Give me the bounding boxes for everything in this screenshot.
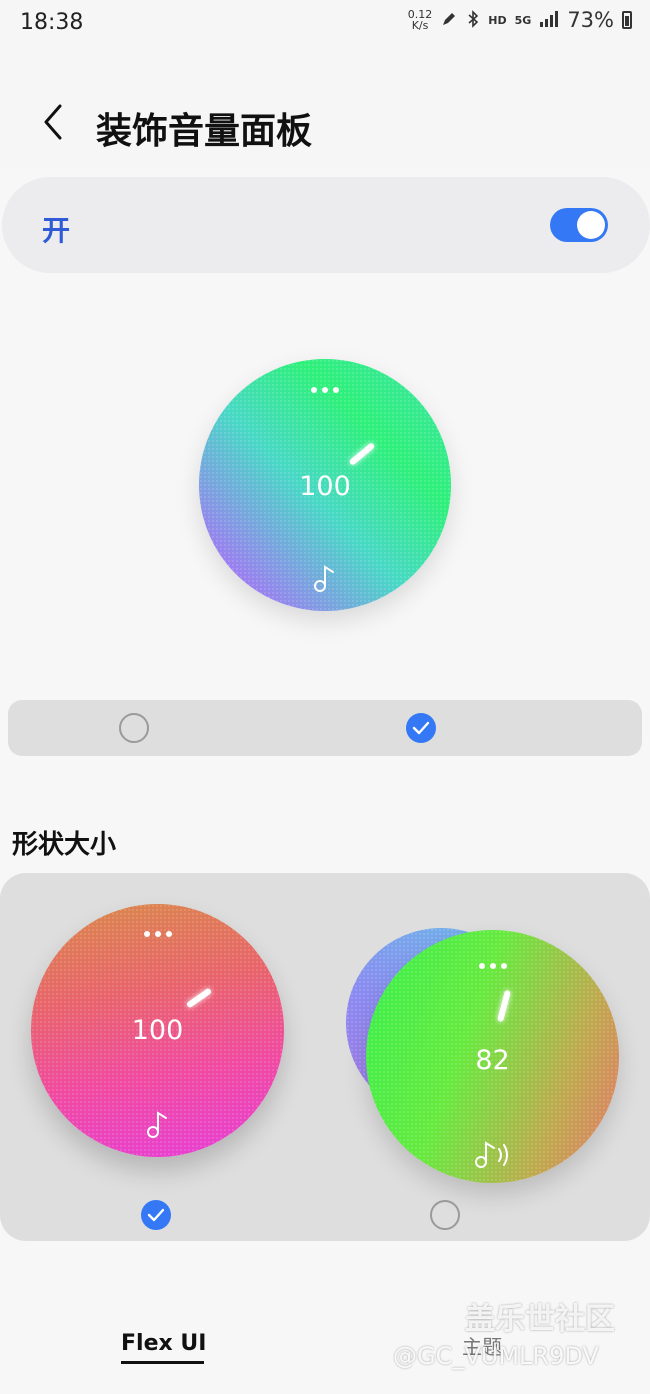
size-section-title: 形状大小 — [12, 830, 117, 860]
pen-icon — [440, 10, 458, 31]
watermark-community: 盖乐世社区 — [465, 1302, 615, 1337]
back-arrow-icon[interactable] — [38, 102, 68, 142]
header: 装饰音量面板 — [0, 50, 650, 175]
more-dots-icon — [478, 963, 507, 969]
style-selector — [8, 700, 642, 756]
battery-percent: 73% — [567, 8, 614, 32]
volume-panel-preview: 100 — [199, 359, 451, 611]
network-label: 5G — [514, 13, 532, 27]
status-bar: 18:38 0.12 K/s HD 5G 73% — [0, 0, 650, 50]
master-toggle[interactable] — [550, 208, 608, 242]
level-indicator — [348, 442, 376, 466]
toggle-knob — [577, 211, 605, 239]
bluetooth-icon — [466, 9, 480, 31]
hd-label: HD — [488, 13, 507, 27]
level-indicator — [185, 987, 213, 1009]
size-option-large-radio[interactable] — [141, 1200, 171, 1230]
status-icons: 0.12 K/s HD 5G 73% — [408, 8, 632, 32]
tab-active-indicator — [121, 1361, 204, 1364]
music-note-volume-icon — [473, 1138, 513, 1174]
size-option-large[interactable]: 100 — [31, 904, 284, 1157]
size-option-small[interactable]: 82 — [366, 930, 619, 1183]
status-time: 18:38 — [20, 10, 84, 35]
watermark-handle: @GC_VUMLR9DV — [393, 1342, 599, 1370]
battery-icon — [622, 11, 632, 29]
master-switch-row[interactable]: 开 — [2, 177, 650, 273]
style-option-1-radio[interactable] — [119, 713, 149, 743]
more-dots-icon — [311, 387, 339, 393]
music-note-icon — [145, 1109, 171, 1143]
size-option-large-level: 100 — [131, 1015, 184, 1046]
page-title: 装饰音量面板 — [96, 111, 313, 152]
tab-flex-ui[interactable]: Flex UI — [121, 1331, 206, 1356]
check-icon — [147, 1208, 165, 1222]
check-icon — [412, 721, 430, 735]
signal-icon — [539, 10, 559, 30]
more-dots-icon — [143, 931, 172, 937]
size-option-small-radio[interactable] — [430, 1200, 460, 1230]
preview-level: 100 — [299, 471, 351, 502]
level-indicator — [496, 989, 512, 1023]
net-speed: 0.12 K/s — [408, 9, 433, 31]
master-switch-label: 开 — [42, 214, 71, 247]
net-speed-unit: K/s — [411, 19, 429, 32]
style-option-2-radio[interactable] — [406, 713, 436, 743]
size-option-small-level: 82 — [475, 1045, 510, 1076]
music-note-icon — [312, 563, 338, 597]
